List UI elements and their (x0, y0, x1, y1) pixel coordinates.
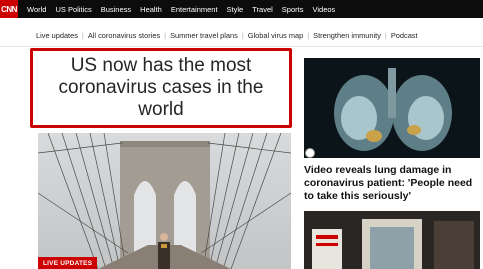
nav-item-business[interactable]: Business (101, 5, 131, 14)
video-headline[interactable]: Video reveals lung damage in coronavirus… (304, 164, 482, 203)
subnav-podcast[interactable]: Podcast (391, 31, 418, 40)
subnav-summer-travel[interactable]: Summer travel plans (170, 31, 238, 40)
subnav-divider (0, 46, 483, 47)
store-story-thumbnail[interactable] (304, 211, 480, 269)
subnav-separator: | (307, 30, 310, 40)
subnav-separator: | (164, 30, 167, 40)
video-play-icon[interactable] (305, 148, 315, 158)
subnav-separator: | (81, 30, 84, 40)
subnav-all-stories[interactable]: All coronavirus stories (88, 31, 160, 40)
main-story-image[interactable] (38, 133, 291, 269)
nav-item-health[interactable]: Health (140, 5, 162, 14)
storefront-image (304, 211, 480, 269)
live-updates-badge[interactable]: LIVE UPDATES (38, 257, 98, 269)
nav-item-entertainment[interactable]: Entertainment (171, 5, 218, 14)
cnn-logo[interactable]: CNN (0, 0, 18, 18)
lung-video-thumbnail[interactable] (304, 58, 480, 158)
main-headline[interactable]: US now has the most coronavirus cases in… (41, 55, 281, 121)
subnav-live-updates[interactable]: Live updates (36, 31, 78, 40)
top-nav-bar: CNN World US Politics Business Health En… (0, 0, 483, 18)
nav-item-style[interactable]: Style (227, 5, 244, 14)
nav-item-travel[interactable]: Travel (252, 5, 273, 14)
brooklyn-bridge-photo (38, 133, 291, 269)
nav-item-videos[interactable]: Videos (312, 5, 335, 14)
coronavirus-subnav: Live updates | All coronavirus stories |… (36, 29, 483, 41)
top-nav-links: World US Politics Business Health Entert… (27, 5, 335, 14)
headline-highlight-box[interactable]: US now has the most coronavirus cases in… (30, 48, 292, 128)
subnav-separator: | (241, 30, 244, 40)
nav-item-sports[interactable]: Sports (282, 5, 304, 14)
subnav-global-map[interactable]: Global virus map (248, 31, 303, 40)
subnav-separator: | (384, 30, 387, 40)
nav-item-us-politics[interactable]: US Politics (55, 5, 91, 14)
subnav-strengthen-immunity[interactable]: Strengthen immunity (313, 31, 381, 40)
lung-scan-image (304, 58, 480, 158)
nav-item-world[interactable]: World (27, 5, 46, 14)
